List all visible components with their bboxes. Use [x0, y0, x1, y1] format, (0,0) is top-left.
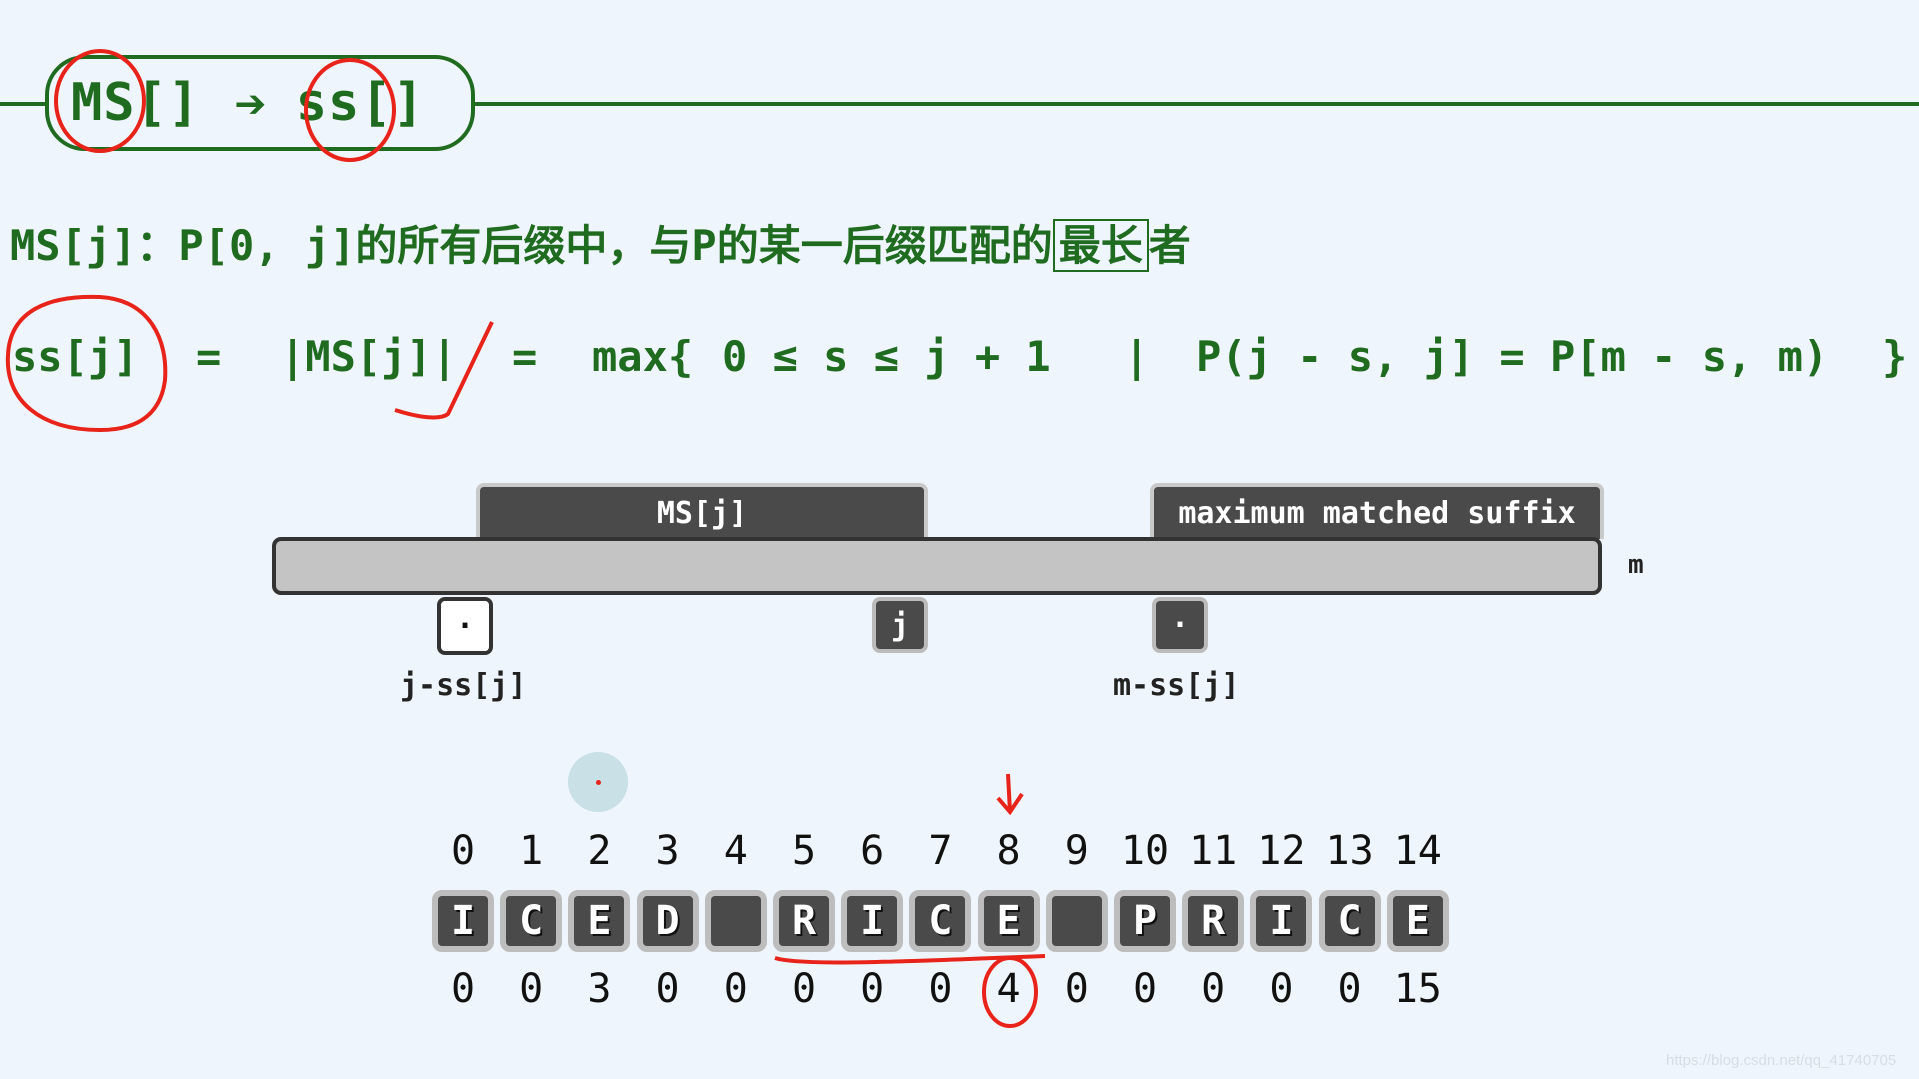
array-index: 3: [655, 828, 680, 874]
end-label-m: m: [1628, 550, 1644, 580]
formula-cond1: 0 ≤ s ≤ j + 1: [722, 332, 1051, 381]
right-arrow-icon: ➔: [234, 71, 268, 135]
array-char-cell: C: [500, 890, 563, 952]
ss-value: 0: [791, 966, 817, 1012]
array-index: 0: [450, 828, 476, 874]
formula-eq1: =: [196, 332, 222, 381]
array-index: 14: [1393, 828, 1442, 874]
annotation-underline: [774, 954, 1046, 965]
annotation-down-arrow: [996, 773, 1024, 816]
array-index: 8: [996, 828, 1021, 874]
ss-value: 0: [1337, 966, 1362, 1012]
array-index: 12: [1257, 828, 1306, 874]
formula-cond2: P(j - s, j] = P[m - s, m): [1196, 332, 1829, 381]
title-from: MS[]: [71, 73, 201, 133]
array-char-cell: [704, 890, 767, 952]
label-m-minus-ss: m-ss[j]: [1113, 668, 1240, 703]
array-char-cell: C: [1318, 890, 1381, 952]
array-char-cell: R: [773, 890, 835, 952]
definition-suffix: 者: [1148, 221, 1191, 270]
ss-value: 0: [1132, 966, 1158, 1012]
pattern-bar: [272, 537, 1602, 595]
array-char-cell: E: [1386, 890, 1449, 952]
ss-value: 0: [655, 966, 680, 1012]
array-index: 5: [791, 828, 817, 874]
formula-lhs: ss[j]: [12, 332, 139, 381]
array-char-cell: I: [432, 890, 494, 952]
array-char-cell: R: [1182, 890, 1245, 952]
ss-value: 0: [1201, 966, 1226, 1012]
array-index: 13: [1325, 828, 1374, 874]
formula-close: }: [1882, 332, 1908, 381]
array-index: 10: [1120, 828, 1170, 874]
ss-value: 0: [450, 966, 476, 1012]
array-index: 1: [519, 828, 544, 874]
definition-boxed-word: 最长: [1052, 219, 1149, 272]
array-char-cell: D: [636, 890, 699, 952]
title-to: ss[]: [295, 73, 425, 133]
array-index: 4: [723, 828, 748, 874]
array-char-cell: E: [977, 890, 1040, 952]
ss-value: 0: [1064, 966, 1089, 1012]
ss-value: 3: [587, 966, 612, 1012]
array-char-cell: P: [1114, 890, 1176, 952]
array-index: 6: [860, 828, 885, 874]
array-index: 7: [928, 828, 953, 874]
ss-value: 0: [723, 966, 748, 1012]
formula-max: max{: [592, 332, 694, 381]
ss-value: 4: [996, 966, 1021, 1012]
array-char-cell: I: [841, 890, 904, 952]
array-char-cell: [1045, 890, 1108, 952]
matched-suffix-tab: maximum matched suffix: [1150, 483, 1604, 539]
ms-tab: MS[j]: [476, 483, 928, 539]
formula-abs: |MS[j]|: [280, 332, 458, 381]
marker-m-minus-ss: ·: [1152, 597, 1208, 653]
definition-prefix: MS[j]：P[0, j]的所有后缀中，与P的某一后缀匹配的: [10, 221, 1053, 270]
array-index: 9: [1064, 828, 1089, 874]
cursor-indicator: [568, 752, 628, 812]
formula-eq2: =: [512, 332, 538, 381]
array-char-cell: E: [568, 890, 631, 952]
array-char-cell: C: [909, 890, 972, 952]
array-char-cell: I: [1250, 890, 1313, 952]
ss-value: 0: [1269, 966, 1294, 1012]
array-index: 2: [587, 828, 612, 874]
marker-j-minus-ss: ·: [437, 597, 493, 655]
watermark: https://blog.csdn.net/qq_41740705: [1666, 1052, 1897, 1069]
ss-value: 15: [1393, 966, 1442, 1012]
title-box: MS[] ➔ ss[]: [45, 55, 475, 151]
label-j-minus-ss: j-ss[j]: [400, 668, 527, 703]
marker-j: j: [872, 597, 928, 653]
array-index: 11: [1189, 828, 1238, 874]
ss-value: 0: [519, 966, 544, 1012]
formula-bar: |: [1124, 332, 1150, 381]
definition-text: MS[j]：P[0, j]的所有后缀中，与P的某一后缀匹配的 最长者: [10, 212, 1191, 273]
ss-value: 0: [860, 966, 885, 1012]
ss-value: 0: [928, 966, 953, 1012]
